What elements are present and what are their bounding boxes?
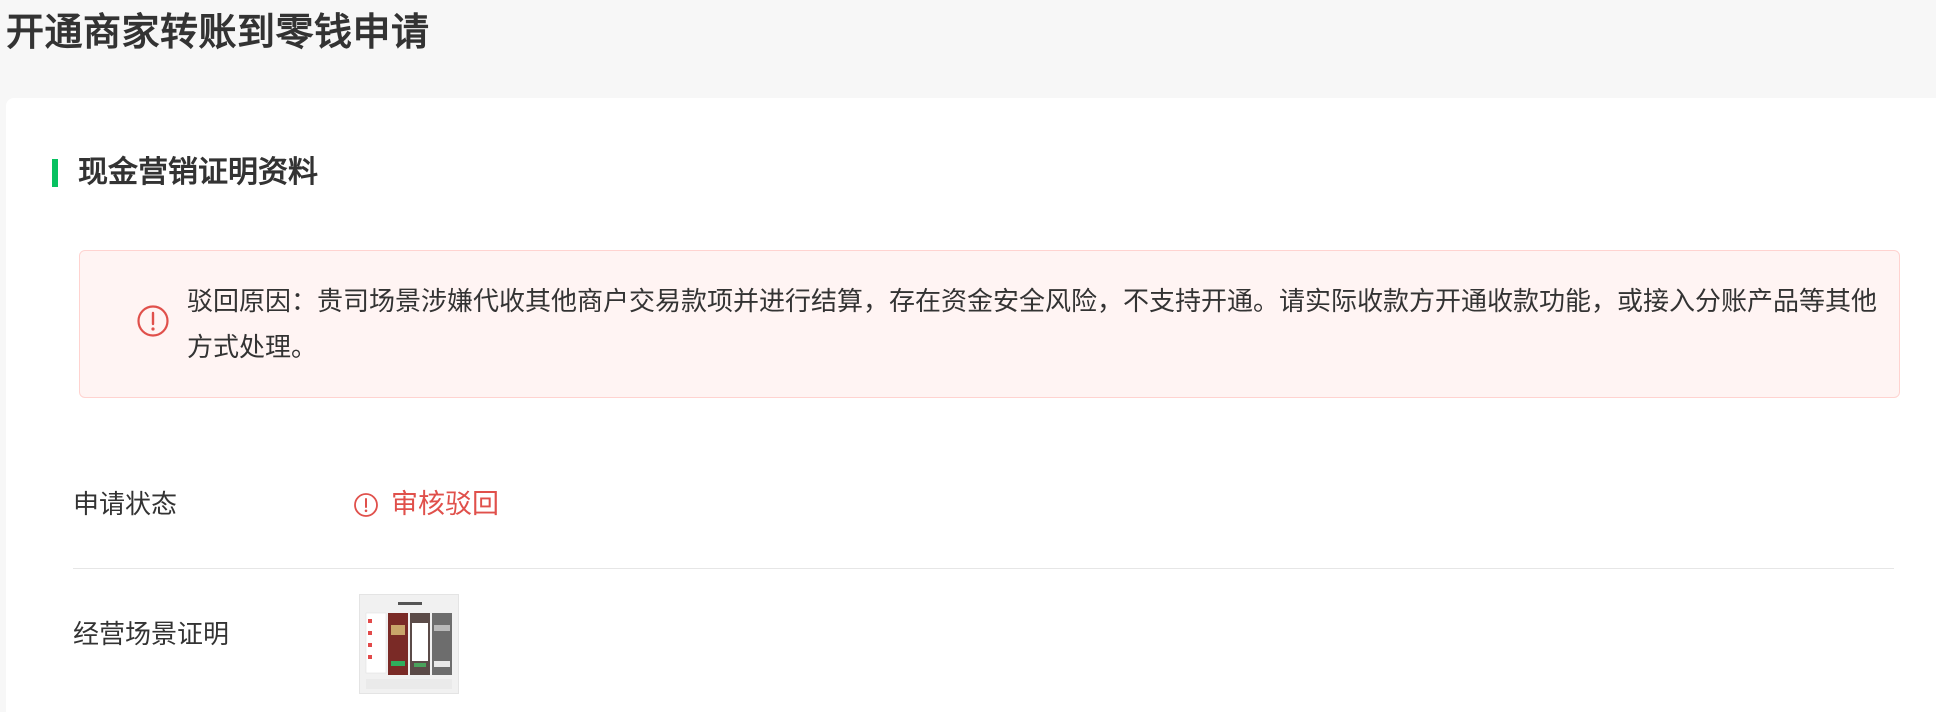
thumbnail-image: [360, 595, 458, 693]
status-label: 申请状态: [73, 490, 178, 520]
section-accent-bar: [52, 159, 58, 187]
exclamation-circle-icon: [354, 493, 378, 517]
rejection-alert: 驳回原因：贵司场景涉嫌代收其他商户交易款项并进行结算，存在资金安全风险，不支持开…: [79, 250, 1900, 398]
section-title: 现金营销证明资料: [78, 155, 318, 190]
section-header: 现金营销证明资料: [52, 156, 318, 190]
scene-proof-row: 经营场景证明: [73, 618, 1894, 652]
row-divider: [73, 568, 1894, 569]
status-badge: 审核驳回: [353, 488, 499, 522]
scene-proof-label: 经营场景证明: [73, 620, 230, 650]
business-scene-thumbnail[interactable]: [359, 594, 459, 694]
rejection-reason-text: 驳回原因：贵司场景涉嫌代收其他商户交易款项并进行结算，存在资金安全风险，不支持开…: [187, 287, 1878, 363]
page-title: 开通商家转账到零钱申请: [6, 10, 430, 54]
exclamation-circle-icon: [137, 305, 169, 337]
status-row: 申请状态 审核驳回: [73, 488, 1894, 522]
status-value: 审核驳回: [391, 489, 499, 520]
